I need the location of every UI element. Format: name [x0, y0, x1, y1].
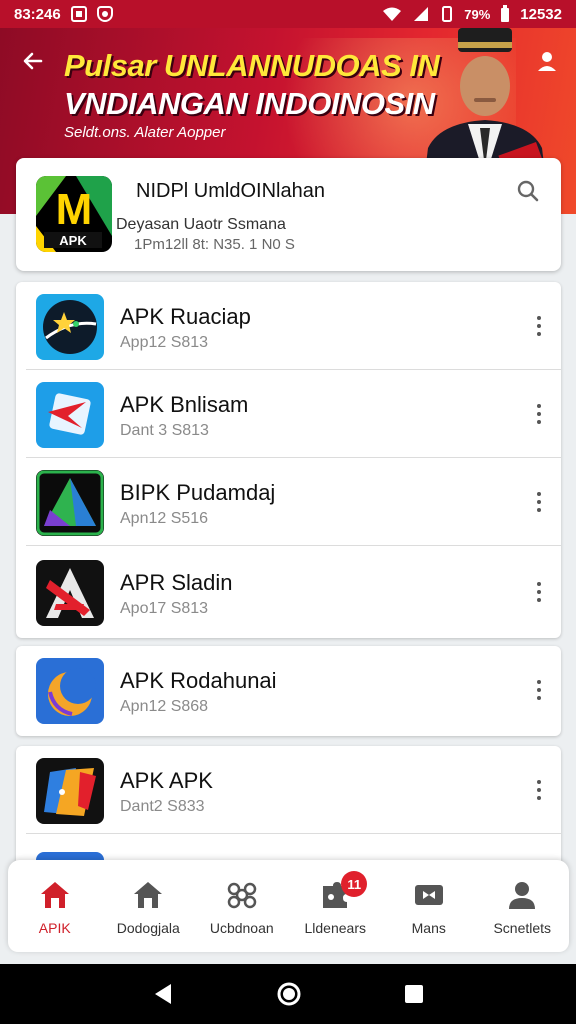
app-name: APK APK: [120, 768, 213, 793]
list-item[interactable]: APK Ruaciap App12 S813: [16, 282, 561, 370]
list-item[interactable]: APK Bnlisam Dant 3 S813: [16, 370, 561, 458]
signal-icon: [414, 7, 429, 21]
more-options-button[interactable]: [527, 396, 551, 432]
back-button[interactable]: [16, 44, 50, 78]
app-icon-green-triangle: [36, 470, 104, 536]
shield-notification-icon: [96, 6, 113, 22]
battery-icon: [501, 5, 510, 22]
arrow-left-icon: [23, 52, 43, 70]
app-icon-red-a: [36, 560, 104, 626]
nav-label: Dodogjala: [116, 920, 180, 936]
app-icon-orange-folds: [36, 758, 104, 824]
featured-app-details: 1Pm12ll 8t: N35. 1 N0 S: [134, 236, 295, 253]
app-icon-crescent: [36, 658, 104, 724]
featured-icon-label: APK: [59, 233, 87, 248]
nav-label: Lldenears: [304, 920, 367, 936]
more-options-button[interactable]: [527, 772, 551, 808]
nav-label: Mans: [411, 920, 446, 936]
hero-title-line1: Pulsar UNLANNUDOAS IN: [64, 48, 440, 83]
battery-percent: 79%: [464, 6, 491, 22]
nav-item-apk[interactable]: APIK: [8, 860, 102, 952]
app-name: BIPK Pudamdaj: [120, 480, 276, 505]
app-list: APK Ruaciap App12 S813 APK Bnlisam Dant …: [16, 282, 561, 882]
nav-item-ucbdnoan[interactable]: Ucbdnoan: [195, 860, 289, 952]
nav-item-mans[interactable]: Mans: [382, 860, 476, 952]
list-item[interactable]: APR Sladin Apo17 S813: [16, 548, 561, 636]
app-name: APK Ruaciap: [120, 304, 251, 329]
home-icon: [40, 882, 69, 908]
bottom-navigation: APIK Dodogjala Ucbdnoan 11 Lldenears Man…: [8, 860, 569, 952]
account-button[interactable]: [532, 46, 562, 76]
app-meta: Apo17 S813: [120, 600, 209, 617]
person-icon: [538, 52, 556, 71]
app-list-group: APK Ruaciap App12 S813 APK Bnlisam Dant …: [16, 282, 561, 638]
wifi-icon: [383, 7, 402, 21]
more-options-button[interactable]: [527, 308, 551, 344]
featured-app-developer: Deyasan Uaotr Ssmana: [116, 216, 286, 233]
app-meta: Apn12 S516: [120, 510, 209, 527]
recents-square-icon[interactable]: [403, 983, 425, 1005]
search-button[interactable]: [513, 176, 543, 206]
vibrate-icon: [442, 6, 453, 22]
featured-app-title: NIDPl UmldOINlahan: [136, 180, 325, 202]
app-icon-red-arrow: [36, 382, 104, 448]
person-icon: [509, 882, 536, 909]
status-time: 83:246: [14, 5, 61, 23]
nav-label: Scnetlets: [493, 920, 552, 936]
more-options-button[interactable]: [527, 484, 551, 520]
app-name: APK Bnlisam: [120, 392, 249, 417]
app-icon-star: [36, 294, 104, 360]
app-meta: App12 S813: [120, 334, 209, 351]
system-navigation-bar: [0, 964, 576, 1024]
featured-app-icon: M APK: [36, 176, 112, 252]
nav-label: Ucbdnoan: [209, 920, 274, 936]
app-meta: Dant 3 S813: [120, 422, 209, 439]
hero-title-line2: VNDIANGAN INDOINOSIN: [64, 86, 435, 121]
app-name: APR Sladin: [120, 570, 233, 595]
divider: [26, 833, 561, 834]
featured-app-card[interactable]: M APK NIDPl UmldOINlahan Deyasan Uaotr S…: [16, 158, 561, 271]
cluster-icon: [227, 882, 256, 909]
status-clock: 12532: [520, 5, 562, 23]
app-list-group: APK Rodahunai Apn12 S868: [16, 646, 561, 736]
nav-item-lldenears[interactable]: 11 Lldenears: [289, 860, 383, 952]
notification-badge: 11: [341, 871, 368, 897]
app-meta: Dant2 S833: [120, 798, 205, 815]
app-name: APK Rodahunai: [120, 668, 277, 693]
search-icon: [517, 180, 539, 202]
app-meta: Apn12 S868: [120, 698, 209, 715]
more-options-button[interactable]: [527, 672, 551, 708]
divider: [26, 545, 561, 546]
notification-icon: [70, 6, 87, 22]
home-circle-icon[interactable]: [276, 981, 302, 1007]
back-triangle-icon[interactable]: [151, 982, 175, 1006]
hero-subtitle: Seldt.ons. Alater Aopper: [64, 124, 226, 141]
home-outline-icon: [134, 882, 163, 908]
media-icon: [414, 885, 443, 905]
list-item[interactable]: BIPK Pudamdaj Apn12 S516: [16, 458, 561, 546]
nav-item-scnetlets[interactable]: Scnetlets: [476, 860, 570, 952]
status-bar: 83:246 79% 12532: [0, 0, 576, 28]
list-item[interactable]: APK Rodahunai Apn12 S868: [16, 646, 561, 734]
list-item[interactable]: APK APK Dant2 S833: [16, 746, 561, 834]
more-options-button[interactable]: [527, 574, 551, 610]
svg-text:M: M: [56, 185, 93, 234]
nav-label: APIK: [38, 920, 71, 936]
nav-item-dodogjala[interactable]: Dodogjala: [102, 860, 196, 952]
